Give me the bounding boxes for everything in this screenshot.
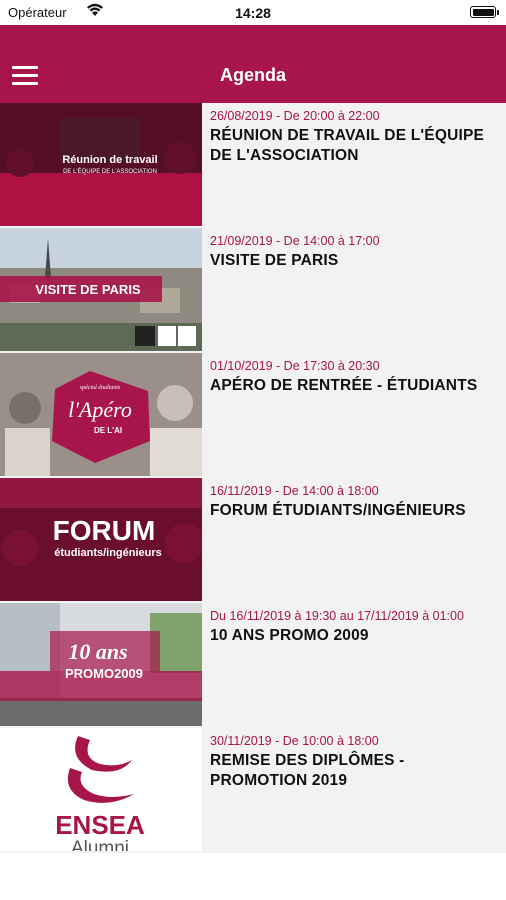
clock: 14:28 bbox=[235, 5, 271, 21]
event-thumbnail: FORUM étudiants/ingénieurs bbox=[0, 478, 202, 601]
thumb-text-2: étudiants/ingénieurs bbox=[54, 547, 162, 559]
page-title: Agenda bbox=[219, 65, 286, 85]
event-date: 01/10/2019 - De 17:30 à 20:30 bbox=[210, 359, 380, 373]
event-thumbnail: VISITE DE PARIS bbox=[0, 228, 202, 351]
thumb-text-1: VISITE DE PARIS bbox=[35, 282, 141, 297]
thumb-text-1: ENSEA bbox=[55, 810, 145, 840]
battery-icon bbox=[470, 6, 499, 18]
event-title: 10 ANS PROMO 2009 bbox=[210, 627, 369, 644]
event-row[interactable]: VISITE DE PARIS 21/09/2019 - De 14:00 à … bbox=[0, 228, 506, 353]
event-row[interactable]: spécial étudiants l'Apéro DE L'AI 01/10/… bbox=[0, 353, 506, 478]
event-date: 26/08/2019 - De 20:00 à 22:00 bbox=[210, 109, 380, 123]
nav-bar: Agenda bbox=[0, 25, 506, 103]
event-row[interactable]: FORUM étudiants/ingénieurs 16/11/2019 - … bbox=[0, 478, 506, 603]
event-title: VISITE DE PARIS bbox=[210, 252, 339, 269]
event-row[interactable]: ENSEA Alumni 30/11/2019 - De 10:00 à 18:… bbox=[0, 728, 506, 853]
thumb-text-2: PROMO2009 bbox=[65, 666, 143, 681]
thumb-text-1: FORUM bbox=[53, 515, 156, 546]
event-date: 21/09/2019 - De 14:00 à 17:00 bbox=[210, 234, 380, 248]
thumb-text-2: Alumni bbox=[71, 838, 129, 851]
event-title: APÉRO DE RENTRÉE - ÉTUDIANTS bbox=[210, 377, 478, 394]
event-thumbnail: ENSEA Alumni bbox=[0, 728, 202, 851]
event-date: 16/11/2019 - De 14:00 à 18:00 bbox=[210, 484, 379, 498]
event-title: RÉUNION DE TRAVAIL DE L'ÉQUIPE DE L'ASSO… bbox=[210, 127, 485, 164]
thumb-text-2: l'Apéro bbox=[68, 397, 132, 422]
thumb-text-3: DE L'AI bbox=[94, 426, 122, 435]
event-row[interactable]: 10 ans PROMO2009 Du 16/11/2019 à 19:30 a… bbox=[0, 603, 506, 728]
status-bar: Opérateur 14:28 bbox=[0, 0, 506, 25]
thumb-text-1: Réunion de travail bbox=[62, 154, 157, 166]
thumb-text-1: spécial étudiants bbox=[80, 385, 121, 391]
event-thumbnail: Réunion de travail DE L'ÉQUIPE DE L'ASSO… bbox=[0, 103, 202, 226]
event-thumbnail: 10 ans PROMO2009 bbox=[0, 603, 202, 726]
event-title: FORUM ÉTUDIANTS/INGÉNIEURS bbox=[210, 502, 466, 519]
thumb-text-1: 10 ans bbox=[68, 639, 127, 664]
event-title: REMISE DES DIPLÔMES - PROMOTION 2019 bbox=[210, 752, 405, 789]
event-date: 30/11/2019 - De 10:00 à 18:00 bbox=[210, 734, 379, 748]
event-date: Du 16/11/2019 à 19:30 au 17/11/2019 à 01… bbox=[210, 609, 464, 623]
thumb-text-2: DE L'ÉQUIPE DE L'ASSOCIATION bbox=[63, 168, 157, 175]
event-row[interactable]: Réunion de travail DE L'ÉQUIPE DE L'ASSO… bbox=[0, 103, 506, 228]
event-thumbnail: spécial étudiants l'Apéro DE L'AI bbox=[0, 353, 202, 476]
event-list: Réunion de travail DE L'ÉQUIPE DE L'ASSO… bbox=[0, 103, 506, 853]
